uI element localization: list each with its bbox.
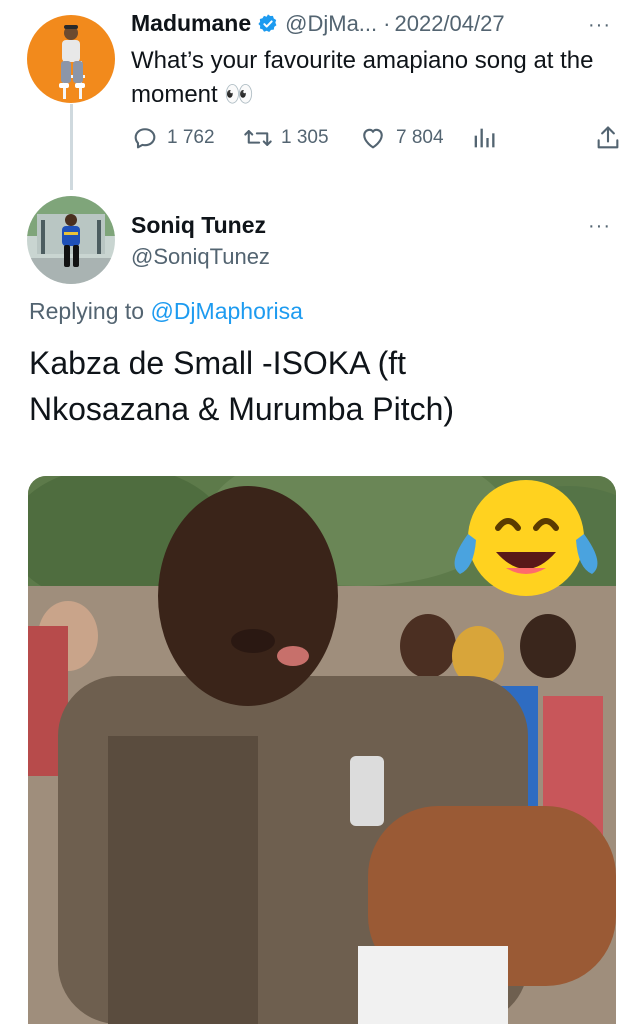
replying-to-line: Replying to @DjMaphorisa <box>29 298 303 325</box>
like-action[interactable]: 7 804 <box>358 124 444 152</box>
reply-display-name[interactable]: Soniq Tunez <box>131 212 266 239</box>
share-button[interactable] <box>594 124 622 157</box>
thread-connector-line <box>70 104 73 190</box>
verified-badge-icon <box>257 13 279 35</box>
like-count: 7 804 <box>396 127 444 148</box>
share-icon <box>597 126 619 149</box>
retweet-action[interactable]: 1 305 <box>243 124 329 152</box>
reply-action[interactable]: 1 762 <box>131 124 215 152</box>
handle[interactable]: @DjMa... <box>285 11 377 37</box>
separator-dot: · <box>383 10 391 36</box>
eyes-emoji: 👀 <box>224 81 255 108</box>
retweet-count: 1 305 <box>281 127 329 148</box>
avatar-madumane[interactable] <box>27 15 115 103</box>
analytics-icon <box>474 128 495 148</box>
display-name[interactable]: Madumane <box>131 10 251 37</box>
more-options-icon[interactable]: ··· <box>588 14 611 37</box>
attached-photo[interactable] <box>28 476 616 1024</box>
retweet-icon <box>244 130 272 146</box>
reply-more-options-icon[interactable]: ··· <box>588 215 611 238</box>
analytics-button[interactable] <box>470 124 498 157</box>
tweet-body: What’s your favourite amapiano song at t… <box>131 47 594 108</box>
reply-text: Kabza de Small -ISOKA (ft Nkosazana & Mu… <box>29 345 455 427</box>
reply-handle[interactable]: @SoniqTunez <box>131 244 270 270</box>
replying-to-link[interactable]: @DjMaphorisa <box>150 298 302 324</box>
avatar-soniq-tunez[interactable] <box>27 196 115 284</box>
tweet-date[interactable]: 2022/04/27 <box>394 11 504 37</box>
tweet-header: Madumane @DjMa... · 2022/04/27 <box>131 10 505 37</box>
reply-icon <box>134 128 156 149</box>
tweet-text: What’s your favourite amapiano song at t… <box>131 44 601 112</box>
replying-to-prefix: Replying to <box>29 298 145 324</box>
reply-count: 1 762 <box>167 127 215 148</box>
meme-photo-illustration <box>28 476 616 1024</box>
like-icon <box>363 128 383 149</box>
